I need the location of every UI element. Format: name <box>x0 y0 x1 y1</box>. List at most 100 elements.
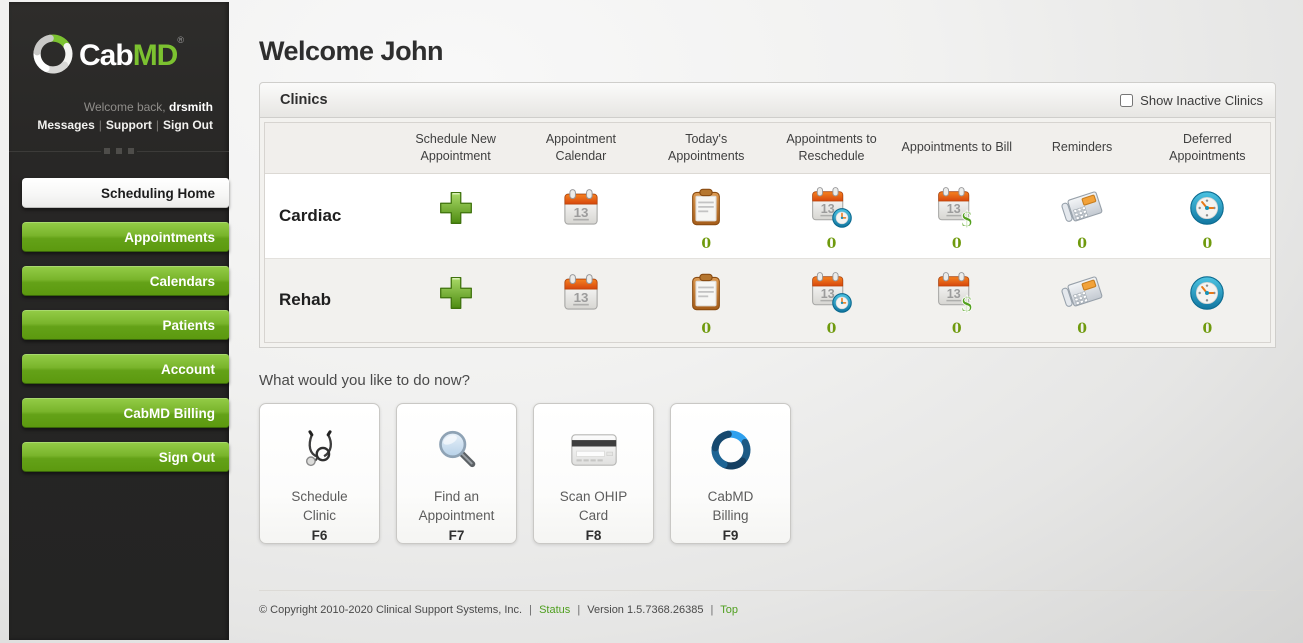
column-header-deferred-appointments: Deferred Appointments <box>1145 123 1270 174</box>
show-inactive-checkbox[interactable] <box>1120 94 1133 107</box>
stethoscope-icon <box>299 419 341 481</box>
reminders-button[interactable] <box>1059 268 1105 318</box>
registered-mark: ® <box>177 35 184 45</box>
clock-icon <box>1187 188 1227 228</box>
clinics-panel-body: Schedule New Appointment Appointment Cal… <box>259 118 1276 348</box>
sidebar-item-appointments[interactable]: Appointments <box>22 222 229 252</box>
table-corner-cell <box>265 123 393 174</box>
card-fkey: F6 <box>312 528 328 543</box>
table-cell: 0 <box>1145 258 1270 342</box>
sidebar-item-patients[interactable]: Patients <box>22 310 229 340</box>
signout-link[interactable]: Sign Out <box>163 118 213 132</box>
status-link[interactable]: Status <box>539 604 570 616</box>
support-link[interactable]: Support <box>106 118 152 132</box>
top-link[interactable]: Top <box>720 604 738 616</box>
column-header-todays-appointments: Today's Appointments <box>644 123 769 174</box>
messages-link[interactable]: Messages <box>37 118 94 132</box>
card-find-appointment[interactable]: Find an Appointment F7 <box>396 403 517 544</box>
clinics-panel: Clinics Show Inactive Clinics Schedule N… <box>259 82 1276 348</box>
appointment-count: 0 <box>1202 321 1212 337</box>
plus-icon <box>437 274 475 312</box>
clinics-table: Schedule New Appointment Appointment Cal… <box>264 122 1271 343</box>
card-label: Scan OHIP <box>560 487 628 507</box>
table-cell: 0 <box>769 174 894 258</box>
footer-separator: | <box>529 604 532 616</box>
appointments-to-bill-button[interactable] <box>935 268 979 318</box>
ohip-card-icon <box>568 419 620 481</box>
appointment-count: 0 <box>952 236 962 252</box>
appointments-to-reschedule-button[interactable] <box>809 268 853 318</box>
sidebar-item-sign-out[interactable]: Sign Out <box>22 442 229 472</box>
card-scan-ohip[interactable]: Scan OHIP Card F8 <box>533 403 654 544</box>
clinic-name: Rehab <box>265 258 393 342</box>
clinics-panel-header: Clinics Show Inactive Clinics <box>259 82 1276 118</box>
card-cabmd-billing[interactable]: CabMD Billing F9 <box>670 403 791 544</box>
table-cell: 0 <box>1019 258 1144 342</box>
table-cell: 0 <box>644 258 769 342</box>
schedule-new-appointment-button[interactable] <box>437 268 475 318</box>
card-label: Billing <box>712 506 748 526</box>
calendar-clock-icon <box>809 271 853 315</box>
footer-separator: | <box>711 604 714 616</box>
link-separator: | <box>156 118 159 132</box>
deferred-appointments-button[interactable] <box>1187 268 1227 318</box>
panel-title: Clinics <box>280 92 328 108</box>
appointments-to-bill-button[interactable] <box>935 183 979 233</box>
card-label: Schedule <box>291 487 347 507</box>
appointment-count: 0 <box>701 236 711 252</box>
fax-icon <box>1059 272 1105 314</box>
link-separator: | <box>99 118 102 132</box>
page: CabMD® Welcome back, drsmith Messages|Su… <box>0 0 1303 643</box>
column-header-appointment-calendar: Appointment Calendar <box>518 123 643 174</box>
reminders-button[interactable] <box>1059 183 1105 233</box>
username: drsmith <box>169 100 213 114</box>
cabmd-logo[interactable]: CabMD® <box>31 32 215 76</box>
table-cell: 0 <box>644 174 769 258</box>
magnifier-icon <box>435 419 479 481</box>
column-header-reminders: Reminders <box>1019 123 1144 174</box>
appointment-count: 0 <box>1077 236 1087 252</box>
todays-appointments-button[interactable] <box>686 268 726 318</box>
cabmd-swirl-icon <box>709 419 753 481</box>
schedule-new-appointment-button[interactable] <box>437 183 475 233</box>
sidebar-item-cabmd-billing[interactable]: CabMD Billing <box>22 398 229 428</box>
calendar-icon <box>561 273 601 313</box>
brand-prefix: Cab <box>79 39 133 72</box>
copyright-text: © Copyright 2010-2020 Clinical Support S… <box>259 604 522 616</box>
calendar-dollar-icon <box>935 186 979 230</box>
fax-icon <box>1059 187 1105 229</box>
page-title: Welcome John <box>259 36 1276 67</box>
brand-suffix: MD <box>133 39 178 72</box>
card-schedule-clinic[interactable]: Schedule Clinic F6 <box>259 403 380 544</box>
welcome-prefix: Welcome back, <box>84 100 166 114</box>
clock-icon <box>1187 273 1227 313</box>
footer-separator: | <box>577 604 580 616</box>
appointments-to-reschedule-button[interactable] <box>809 183 853 233</box>
sidebar: CabMD® Welcome back, drsmith Messages | Su… <box>9 2 229 640</box>
version-text: Version 1.5.7368.26385 <box>587 604 703 616</box>
todays-appointments-button[interactable] <box>686 183 726 233</box>
appointment-calendar-button[interactable] <box>561 268 601 318</box>
column-header-appointments-to-reschedule: Appointments to Reschedule <box>769 123 894 174</box>
sidebar-item-calendars[interactable]: Calendars <box>22 266 229 296</box>
appointment-count: 0 <box>1077 321 1087 337</box>
deferred-appointments-button[interactable] <box>1187 183 1227 233</box>
brand-text: CabMD® <box>79 35 184 73</box>
calendar-icon <box>561 188 601 228</box>
table-cell: 0 <box>769 258 894 342</box>
card-fkey: F9 <box>723 528 739 543</box>
appointment-calendar-button[interactable] <box>561 183 601 233</box>
column-header-appointments-to-bill: Appointments to Bill <box>894 123 1019 174</box>
appointment-count: 0 <box>827 321 837 337</box>
sidebar-item-scheduling-home[interactable]: Scheduling Home <box>22 178 229 208</box>
table-cell <box>393 174 518 258</box>
clipboard-icon <box>686 273 726 313</box>
show-inactive-label: Show Inactive Clinics <box>1140 93 1263 108</box>
card-fkey: F7 <box>449 528 465 543</box>
table-cell <box>518 174 643 258</box>
sidebar-item-account[interactable]: Account <box>22 354 229 384</box>
welcome-back-text: Welcome back, drsmith <box>9 100 229 114</box>
sidebar-nav: Scheduling Home Appointments Calendars P… <box>9 178 229 472</box>
card-label: CabMD <box>708 487 754 507</box>
action-cards: Schedule Clinic F6 Find an Appointment F… <box>259 403 1276 544</box>
